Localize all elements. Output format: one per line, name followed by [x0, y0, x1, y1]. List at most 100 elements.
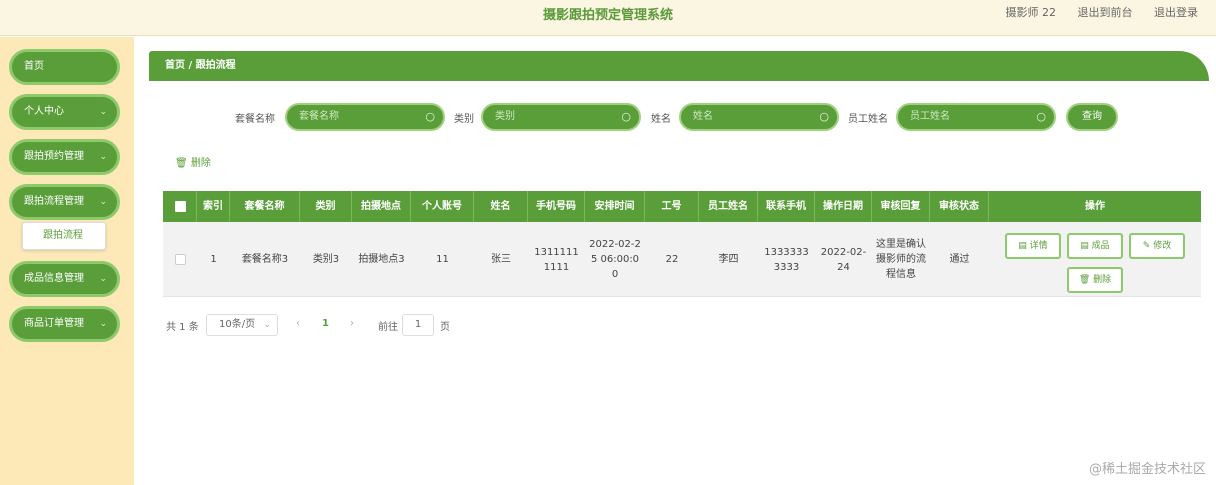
- sidebar-item-personal-center[interactable]: 个人中心 ⌄: [9, 94, 120, 130]
- input-placeholder: 类别: [495, 111, 515, 122]
- select-all-header[interactable]: [163, 191, 197, 222]
- edit-button[interactable]: ✎ 修改: [1129, 233, 1185, 259]
- col-header: 套餐名称: [230, 191, 300, 222]
- cell-review-status: 通过: [949, 254, 970, 265]
- watermark: @稀土掘金技术社区: [1088, 462, 1206, 477]
- user-label: 摄影师 22: [1005, 6, 1057, 19]
- staff-name-input[interactable]: 员工姓名 ○: [896, 103, 1056, 131]
- page-unit-label: 页: [440, 322, 450, 333]
- select-all-checkbox[interactable]: [175, 201, 186, 212]
- col-header: 审核回复: [872, 191, 930, 222]
- document-icon: ▤: [1018, 241, 1030, 251]
- trash-icon: 🗑: [1078, 275, 1094, 285]
- staff-name-label: 员工姓名: [848, 114, 888, 125]
- col-header: 手机号码: [528, 191, 585, 222]
- sidebar-item-label: 成品信息管理: [24, 273, 84, 284]
- sidebar-item-label: 个人中心: [24, 106, 64, 117]
- page-size-value: 10条/页: [219, 319, 256, 330]
- cell-review-reply: 这里是确认摄影师的流程信息: [876, 239, 926, 280]
- batch-delete-button[interactable]: 🗑 删除: [175, 154, 211, 169]
- col-header: 操作: [1085, 201, 1105, 212]
- col-header: 类别: [300, 191, 352, 222]
- package-name-label: 套餐名称: [235, 114, 275, 125]
- cell-contact-phone: 13333333333: [764, 246, 809, 273]
- search-icon: ○: [621, 110, 631, 123]
- category-input[interactable]: 类别 ○: [481, 103, 641, 131]
- detail-label: 详情: [1029, 241, 1048, 251]
- name-input[interactable]: 姓名 ○: [679, 103, 839, 131]
- detail-button[interactable]: ▤ 详情: [1005, 233, 1061, 259]
- next-page-button[interactable]: ›: [350, 318, 354, 329]
- col-header: 工号: [645, 191, 699, 222]
- chevron-down-icon: ⌄: [263, 320, 271, 330]
- cell-location: 拍摄地点3: [358, 254, 405, 265]
- cell-phone: 13111111111: [534, 246, 579, 273]
- sidebar-item-order-management[interactable]: 商品订单管理 ⌄: [9, 306, 120, 342]
- current-page[interactable]: 1: [322, 318, 329, 329]
- goto-label: 前往: [378, 322, 398, 333]
- row-select-cell[interactable]: [163, 222, 197, 297]
- search-icon: ○: [425, 110, 435, 123]
- cell-package-name: 套餐名称3: [241, 254, 289, 265]
- cell-category: 类别3: [312, 254, 340, 265]
- cell-index: 1: [210, 254, 217, 265]
- col-header: 员工姓名: [699, 191, 758, 222]
- search-icon: ○: [819, 110, 829, 123]
- col-header: 操作日期: [815, 191, 872, 222]
- col-header: 安排时间: [585, 191, 645, 222]
- cell-job-no: 22: [665, 254, 679, 265]
- prev-page-button[interactable]: ‹: [296, 318, 300, 329]
- sidebar-item-booking-management[interactable]: 跟拍预约管理 ⌄: [9, 139, 120, 175]
- input-placeholder: 套餐名称: [299, 111, 339, 122]
- input-placeholder: 姓名: [693, 111, 713, 122]
- name-label: 姓名: [651, 114, 671, 125]
- document-icon: ▤: [1080, 241, 1092, 251]
- sidebar: 首页 个人中心 ⌄ 跟拍预约管理 ⌄ 跟拍流程管理 ⌄ 成品信息管理 ⌄ 商品订…: [0, 37, 134, 485]
- package-name-input[interactable]: 套餐名称 ○: [285, 103, 445, 131]
- cell-schedule-time: 2022-02-25 06:00:00: [589, 239, 641, 280]
- row-checkbox[interactable]: [174, 254, 186, 265]
- logout-link[interactable]: 退出登录: [1154, 6, 1198, 19]
- total-count: 共 1 条: [166, 322, 199, 333]
- delete-label: 删除: [1093, 275, 1112, 285]
- chevron-down-icon: ⌄: [99, 274, 107, 284]
- product-label: 成品: [1091, 241, 1110, 251]
- input-placeholder: 员工姓名: [910, 111, 950, 122]
- query-button[interactable]: 查询: [1066, 103, 1118, 131]
- breadcrumb: 首页 / 跟拍流程: [149, 51, 1209, 81]
- goto-page-input[interactable]: 1: [402, 314, 434, 336]
- table-header: 索引 套餐名称 类别 拍摄地点 个人账号 姓名 手机号码 安排时间 工号 员工姓…: [163, 191, 1201, 222]
- cell-name: 张三: [491, 254, 511, 265]
- cell-account: 11: [436, 254, 449, 265]
- top-bar: 摄影跟拍预定管理系统 摄影师 22 退出到前台 退出登录: [0, 0, 1216, 36]
- edit-label: 修改: [1153, 241, 1172, 251]
- sidebar-item-label: 首页: [24, 61, 44, 72]
- chevron-down-icon: ⌄: [99, 197, 107, 207]
- search-icon: ○: [1036, 110, 1046, 123]
- pencil-icon: ✎: [1142, 241, 1154, 251]
- product-button[interactable]: ▤ 成品: [1067, 233, 1123, 259]
- cell-staff-name: 李四: [718, 254, 739, 265]
- chevron-down-icon: ⌄: [99, 152, 107, 162]
- col-header: 审核状态: [930, 191, 989, 222]
- sidebar-item-process-management[interactable]: 跟拍流程管理 ⌄: [9, 184, 120, 220]
- cell-op-date: 2022-02-24: [820, 246, 867, 273]
- chevron-down-icon: ⌄: [99, 319, 107, 329]
- delete-button[interactable]: 🗑 删除: [1067, 267, 1123, 293]
- sidebar-item-home[interactable]: 首页: [9, 49, 120, 85]
- submenu-item-process[interactable]: 跟拍流程: [22, 222, 106, 250]
- page-size-select[interactable]: 10条/页 ⌄: [206, 314, 278, 336]
- col-header: 联系手机: [758, 191, 815, 222]
- trash-icon: 🗑: [175, 158, 188, 169]
- sidebar-item-label: 商品订单管理: [24, 318, 84, 329]
- search-form: 套餐名称 套餐名称 ○ 类别 类别 ○ 姓名 姓名 ○ 员工姓名 员工姓名 ○ …: [149, 103, 1209, 131]
- back-to-front-link[interactable]: 退出到前台: [1078, 6, 1133, 19]
- sidebar-item-product-info-management[interactable]: 成品信息管理 ⌄: [9, 261, 120, 297]
- col-header: 个人账号: [411, 191, 474, 222]
- chevron-down-icon: ⌄: [99, 107, 107, 117]
- col-header: 拍摄地点: [352, 191, 411, 222]
- col-header: 姓名: [474, 191, 528, 222]
- delete-label: 删除: [190, 158, 211, 169]
- sidebar-item-label: 跟拍流程管理: [24, 196, 84, 207]
- header-links: 摄影师 22 退出到前台 退出登录: [988, 4, 1199, 20]
